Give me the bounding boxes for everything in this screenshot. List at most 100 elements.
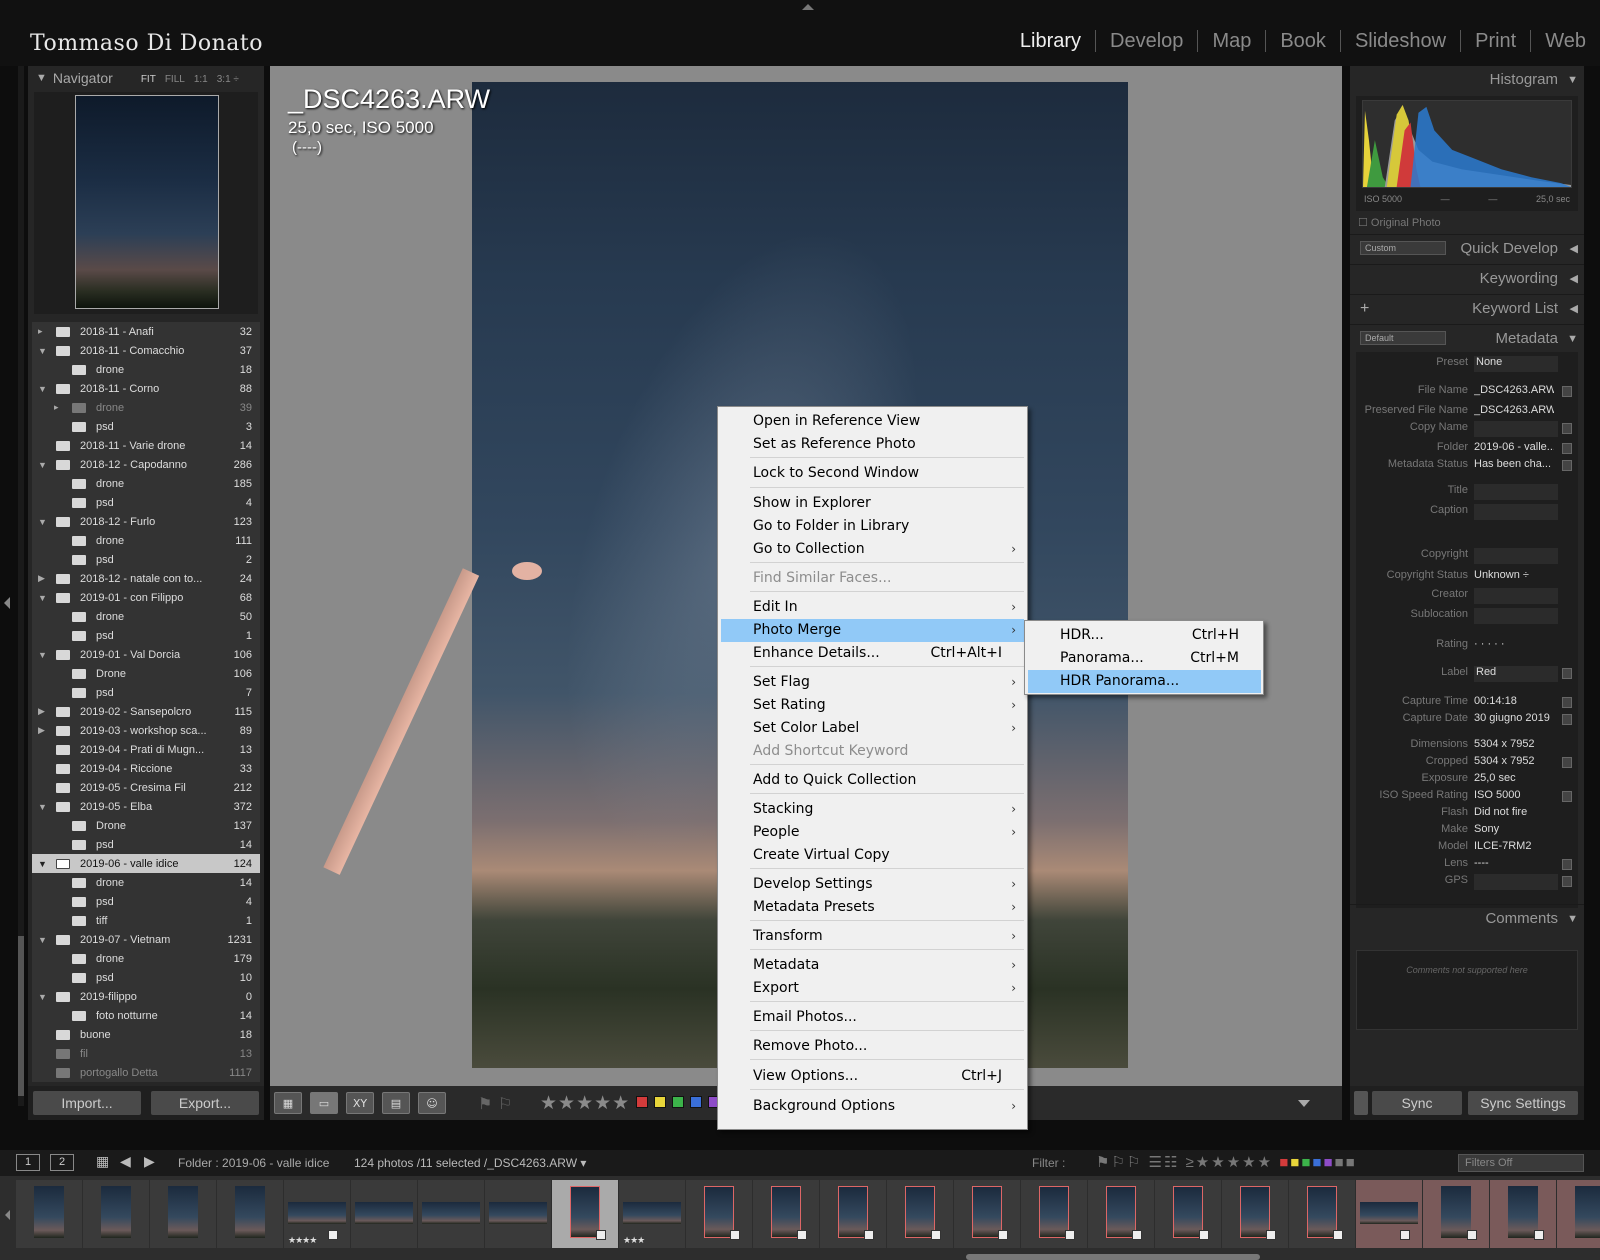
- zoom-option[interactable]: 1:1: [194, 74, 208, 85]
- menu-item-set-flag[interactable]: Set Flag ›: [721, 671, 1024, 694]
- menu-item-create-virtual-copy[interactable]: Create Virtual Copy: [721, 844, 1024, 867]
- filmstrip-thumbnail[interactable]: [1021, 1180, 1087, 1248]
- menu-item-go-to-collection[interactable]: Go to Collection ›: [721, 538, 1024, 561]
- folder-row[interactable]: drone 111: [32, 531, 260, 550]
- navigator-header[interactable]: ▼ Navigator FIT FILL 1:1 3:1 ÷: [28, 66, 264, 90]
- add-keyword-icon[interactable]: +: [1360, 295, 1369, 323]
- filmstrip-scroll-left-icon[interactable]: [5, 1210, 10, 1220]
- folder-row[interactable]: portogallo Detta 1117: [32, 1063, 260, 1082]
- grid-icon[interactable]: ▦: [96, 1153, 109, 1170]
- collapse-triangle-icon[interactable]: ▼: [38, 802, 47, 812]
- export-button[interactable]: Export...: [151, 1091, 259, 1115]
- zoom-option[interactable]: FILL: [165, 74, 185, 85]
- module-map[interactable]: Map: [1197, 30, 1265, 52]
- folder-row[interactable]: drone 14: [32, 873, 260, 892]
- filmstrip-thumbnail[interactable]: [686, 1180, 752, 1248]
- folder-row[interactable]: drone 50: [32, 607, 260, 626]
- folder-row[interactable]: Drone 137: [32, 816, 260, 835]
- edit-badge-icon[interactable]: [730, 1230, 740, 1240]
- filmstrip-thumbnail[interactable]: [1289, 1180, 1355, 1248]
- folder-row[interactable]: psd 3: [32, 417, 260, 436]
- left-panel-scrollbar[interactable]: [18, 66, 24, 1106]
- collapse-left-panel-icon[interactable]: [4, 597, 10, 609]
- menu-item-view-options[interactable]: View Options... Ctrl+J: [721, 1065, 1024, 1088]
- collapse-triangle-icon[interactable]: ▼: [38, 346, 47, 356]
- edit-badge-icon[interactable]: [931, 1230, 941, 1240]
- second-window-button[interactable]: 2: [50, 1154, 74, 1171]
- filmstrip-thumbnail[interactable]: [16, 1180, 82, 1248]
- edit-badge-icon[interactable]: [1065, 1230, 1075, 1240]
- expand-triangle-icon[interactable]: ◀: [1570, 295, 1578, 323]
- collapse-triangle-icon[interactable]: ▼: [1567, 325, 1578, 353]
- filmstrip-thumbnail[interactable]: [1557, 1180, 1600, 1248]
- metadata-action-icon[interactable]: [1562, 757, 1572, 768]
- edit-badge-icon[interactable]: [797, 1230, 807, 1240]
- filmstrip-scrollbar[interactable]: [966, 1254, 1260, 1260]
- folder-row[interactable]: psd 10: [32, 968, 260, 987]
- metadata-action-icon[interactable]: [1562, 460, 1572, 471]
- filmstrip-thumbnail[interactable]: [485, 1180, 551, 1248]
- filmstrip-thumbnail[interactable]: [1222, 1180, 1288, 1248]
- menu-item-email-photos[interactable]: Email Photos...: [721, 1006, 1024, 1029]
- folder-row[interactable]: 2019-04 - Riccione 33: [32, 759, 260, 778]
- folder-row[interactable]: ▼ 2018-12 - Capodanno 286: [32, 455, 260, 474]
- folder-row[interactable]: drone 185: [32, 474, 260, 493]
- menu-item-background-options[interactable]: Background Options ›: [721, 1095, 1024, 1118]
- filmstrip-thumbnail[interactable]: [418, 1180, 484, 1248]
- module-print[interactable]: Print: [1460, 30, 1530, 52]
- filmstrip-thumbnail[interactable]: [1423, 1180, 1489, 1248]
- folder-row[interactable]: psd 4: [32, 892, 260, 911]
- edit-badge-icon[interactable]: [328, 1230, 338, 1240]
- menu-item-remove-photo[interactable]: Remove Photo...: [721, 1035, 1024, 1058]
- folder-row[interactable]: ▼ 2018-11 - Comacchio 37: [32, 341, 260, 360]
- original-photo-toggle[interactable]: ☐ Original Photo: [1358, 216, 1441, 229]
- filmstrip-thumbnail[interactable]: [820, 1180, 886, 1248]
- folder-row[interactable]: psd 1: [32, 626, 260, 645]
- expand-triangle-icon[interactable]: ▸: [38, 326, 43, 337]
- grid-view-icon[interactable]: ▦: [274, 1092, 302, 1114]
- module-web[interactable]: Web: [1530, 30, 1600, 52]
- quick-develop-preset-select[interactable]: Custom: [1360, 241, 1446, 255]
- filmstrip-thumbnail[interactable]: ★★★: [619, 1180, 685, 1248]
- expand-triangle-icon[interactable]: ▸: [54, 402, 59, 413]
- metadata-value[interactable]: [1474, 588, 1558, 604]
- folder-row[interactable]: ▶ 2019-03 - workshop sca... 89: [32, 721, 260, 740]
- menu-item-export[interactable]: Export ›: [721, 977, 1024, 1000]
- collapse-triangle-icon[interactable]: ▼: [1567, 66, 1578, 94]
- metadata-value[interactable]: [1474, 608, 1558, 624]
- edit-badge-icon[interactable]: [596, 1230, 606, 1240]
- menu-item-enhance-details[interactable]: Enhance Details... Ctrl+Alt+I: [721, 642, 1024, 665]
- submenu-item-panorama[interactable]: Panorama... Ctrl+M: [1028, 647, 1261, 670]
- menu-item-add-to-quick-collection[interactable]: Add to Quick Collection: [721, 769, 1024, 792]
- folder-row[interactable]: 2019-04 - Prati di Mugn... 13: [32, 740, 260, 759]
- filmstrip-thumbnail[interactable]: [83, 1180, 149, 1248]
- color-label-blue[interactable]: [690, 1096, 702, 1108]
- collapse-triangle-icon[interactable]: ▼: [38, 593, 47, 603]
- menu-item-photo-merge[interactable]: Photo Merge ›: [721, 619, 1024, 642]
- metadata-value[interactable]: [1474, 484, 1558, 500]
- filmstrip-thumbnail[interactable]: [150, 1180, 216, 1248]
- filmstrip-selection-count[interactable]: 124 photos /11 selected /_DSC4263.ARW ▾: [354, 1156, 586, 1170]
- expand-triangle-icon[interactable]: ▶: [38, 725, 45, 736]
- menu-item-open-in-reference-view[interactable]: Open in Reference View: [721, 410, 1024, 433]
- collapse-triangle-icon[interactable]: ▼: [38, 384, 47, 394]
- color-label-red[interactable]: [636, 1096, 648, 1108]
- folder-row[interactable]: tiff 1: [32, 911, 260, 930]
- filmstrip-thumbnail[interactable]: [552, 1180, 618, 1248]
- edit-badge-icon[interactable]: [1534, 1230, 1544, 1240]
- metadata-action-icon[interactable]: [1562, 423, 1572, 434]
- expand-triangle-icon[interactable]: ◀: [1570, 235, 1578, 263]
- collapse-triangle-icon[interactable]: ▼: [38, 935, 47, 945]
- color-label-yellow[interactable]: [654, 1096, 666, 1108]
- collapse-triangle-icon[interactable]: ▼: [38, 650, 47, 660]
- metadata-value[interactable]: None: [1474, 356, 1558, 372]
- filmstrip-thumbnail[interactable]: [1088, 1180, 1154, 1248]
- edit-badge-icon[interactable]: [864, 1230, 874, 1240]
- rating-stars[interactable]: ★★★★★: [540, 1092, 630, 1114]
- edit-badge-icon[interactable]: [1400, 1230, 1410, 1240]
- folder-row[interactable]: ▸ drone 39: [32, 398, 260, 417]
- keywording-header[interactable]: Keywording ◀: [1350, 264, 1584, 292]
- metadata-action-icon[interactable]: [1562, 791, 1572, 802]
- folder-row[interactable]: foto notturne 14: [32, 1006, 260, 1025]
- folder-row[interactable]: ▼ 2018-12 - Furlo 123: [32, 512, 260, 531]
